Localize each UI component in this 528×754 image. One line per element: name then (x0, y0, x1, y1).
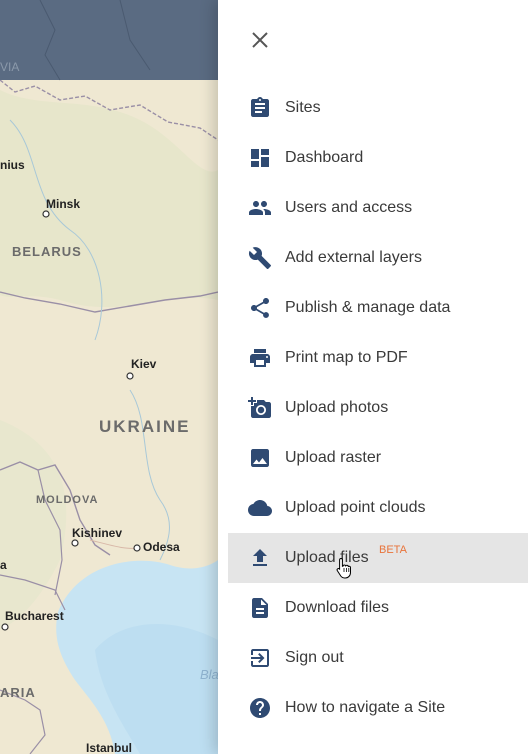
menu-list: Sites Dashboard Users and access Add ext… (218, 83, 528, 733)
cloud-icon (248, 496, 272, 520)
menu-item-add-external-layers[interactable]: Add external layers (218, 233, 528, 283)
wrench-icon (248, 246, 272, 270)
menu-item-sign-out[interactable]: Sign out (218, 633, 528, 683)
menu-item-label: Print map to PDF (285, 349, 408, 366)
close-button[interactable] (246, 26, 274, 54)
share-icon (248, 296, 272, 320)
menu-item-upload-photos[interactable]: Upload photos (218, 383, 528, 433)
map-label-via: VIA (0, 60, 20, 74)
upload-icon (248, 546, 272, 570)
add-photo-icon (248, 396, 272, 420)
menu-item-label: Upload photos (285, 399, 389, 416)
menu-item-label: Dashboard (285, 149, 364, 166)
help-icon (248, 696, 272, 720)
menu-item-upload-point-clouds[interactable]: Upload point clouds (218, 483, 528, 533)
menu-item-label: Publish & manage data (285, 299, 451, 316)
map-label-nius: nius (0, 158, 25, 172)
map-label-belarus: BELARUS (12, 244, 82, 259)
side-menu-panel: Sites Dashboard Users and access Add ext… (218, 0, 528, 754)
menu-item-publish-manage-data[interactable]: Publish & manage data (218, 283, 528, 333)
map-label-odesa: Odesa (143, 540, 180, 554)
map-label-moldova: MOLDOVA (36, 494, 99, 506)
menu-item-label: Add external layers (285, 249, 422, 266)
menu-item-sites[interactable]: Sites (218, 83, 528, 133)
clipboard-icon (248, 96, 272, 120)
menu-item-upload-raster[interactable]: Upload raster (218, 433, 528, 483)
beta-badge: BETA (379, 544, 407, 556)
menu-item-label: Download files (285, 599, 390, 616)
users-icon (248, 196, 272, 220)
printer-icon (248, 346, 272, 370)
map-background[interactable]: VIA nius Minsk BELARUS Kiev UKRAINE MOLD… (0, 0, 218, 754)
menu-item-label: Users and access (285, 199, 413, 216)
map-label-kishinev: Kishinev (72, 526, 123, 540)
menu-item-label: Upload raster (285, 449, 382, 466)
image-icon (248, 446, 272, 470)
menu-item-upload-files[interactable]: Upload files BETA (228, 533, 528, 583)
map-label-minsk: Minsk (46, 197, 81, 211)
map-label-kiev: Kiev (131, 357, 157, 371)
map-label-ukraine: UKRAINE (99, 417, 191, 436)
map-label-aria: ARIA (0, 685, 36, 700)
menu-item-dashboard[interactable]: Dashboard (218, 133, 528, 183)
file-icon (248, 596, 272, 620)
map-label-black-sea: Bla (200, 667, 218, 682)
map-label-a: a (0, 558, 7, 572)
map-canvas (0, 0, 218, 754)
menu-item-how-to-navigate[interactable]: How to navigate a Site (218, 683, 528, 733)
sign-out-icon (248, 646, 272, 670)
menu-item-label: How to navigate a Site (285, 699, 446, 716)
map-label-bucharest: Bucharest (5, 609, 64, 623)
hand-cursor-icon (336, 557, 351, 579)
menu-item-download-files[interactable]: Download files (218, 583, 528, 633)
map-label-istanbul: Istanbul (86, 741, 133, 754)
menu-item-label: Upload point clouds (285, 499, 426, 516)
dashboard-icon (248, 146, 272, 170)
menu-item-label: Sites (285, 99, 321, 116)
menu-item-users-and-access[interactable]: Users and access (218, 183, 528, 233)
menu-item-label: Sign out (285, 649, 344, 666)
menu-item-print-map[interactable]: Print map to PDF (218, 333, 528, 383)
close-icon (252, 32, 268, 48)
menu-item-label: Upload files (285, 549, 369, 566)
